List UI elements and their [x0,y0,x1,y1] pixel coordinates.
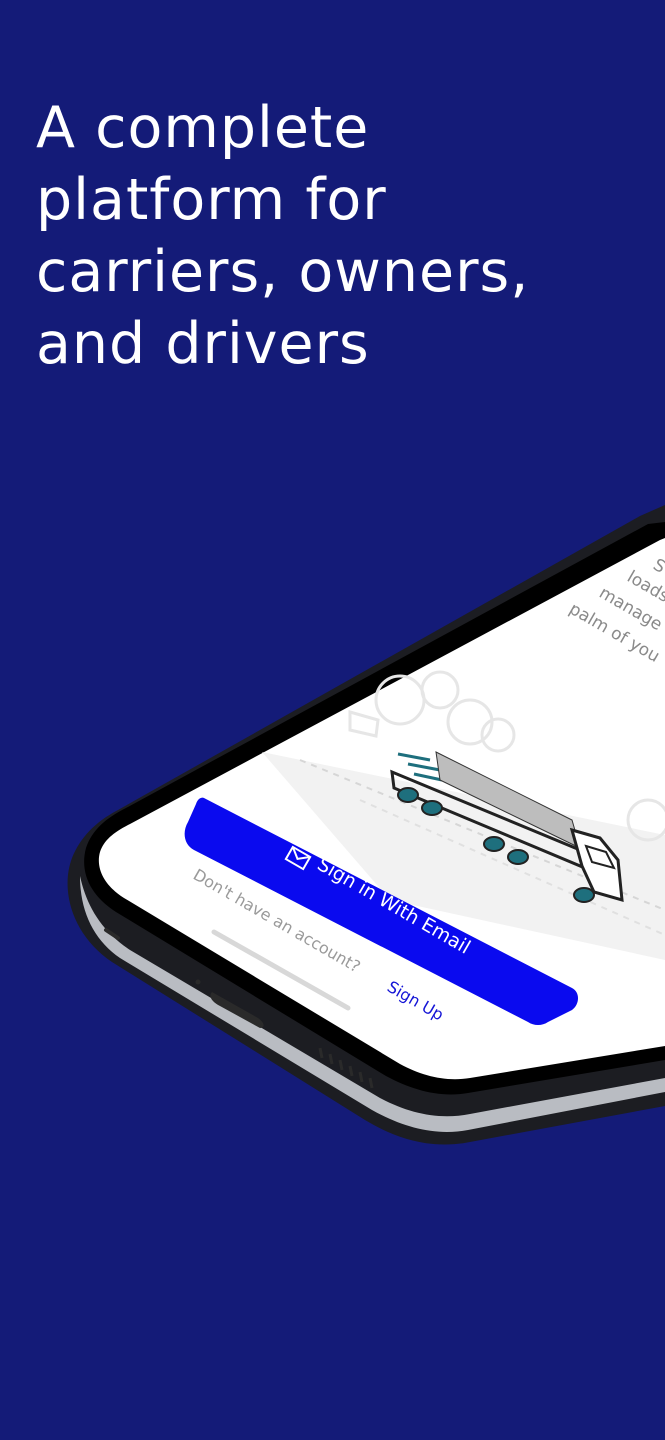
truck-wheel [421,800,443,816]
phone-mockup: S loads manage palm of you Sign in With … [67,505,665,1145]
truck-wheel [573,887,595,903]
truck-wheel [483,836,505,852]
microphone-hole [195,979,201,985]
truck-wheel [397,787,419,803]
truck-wheel [507,849,529,865]
